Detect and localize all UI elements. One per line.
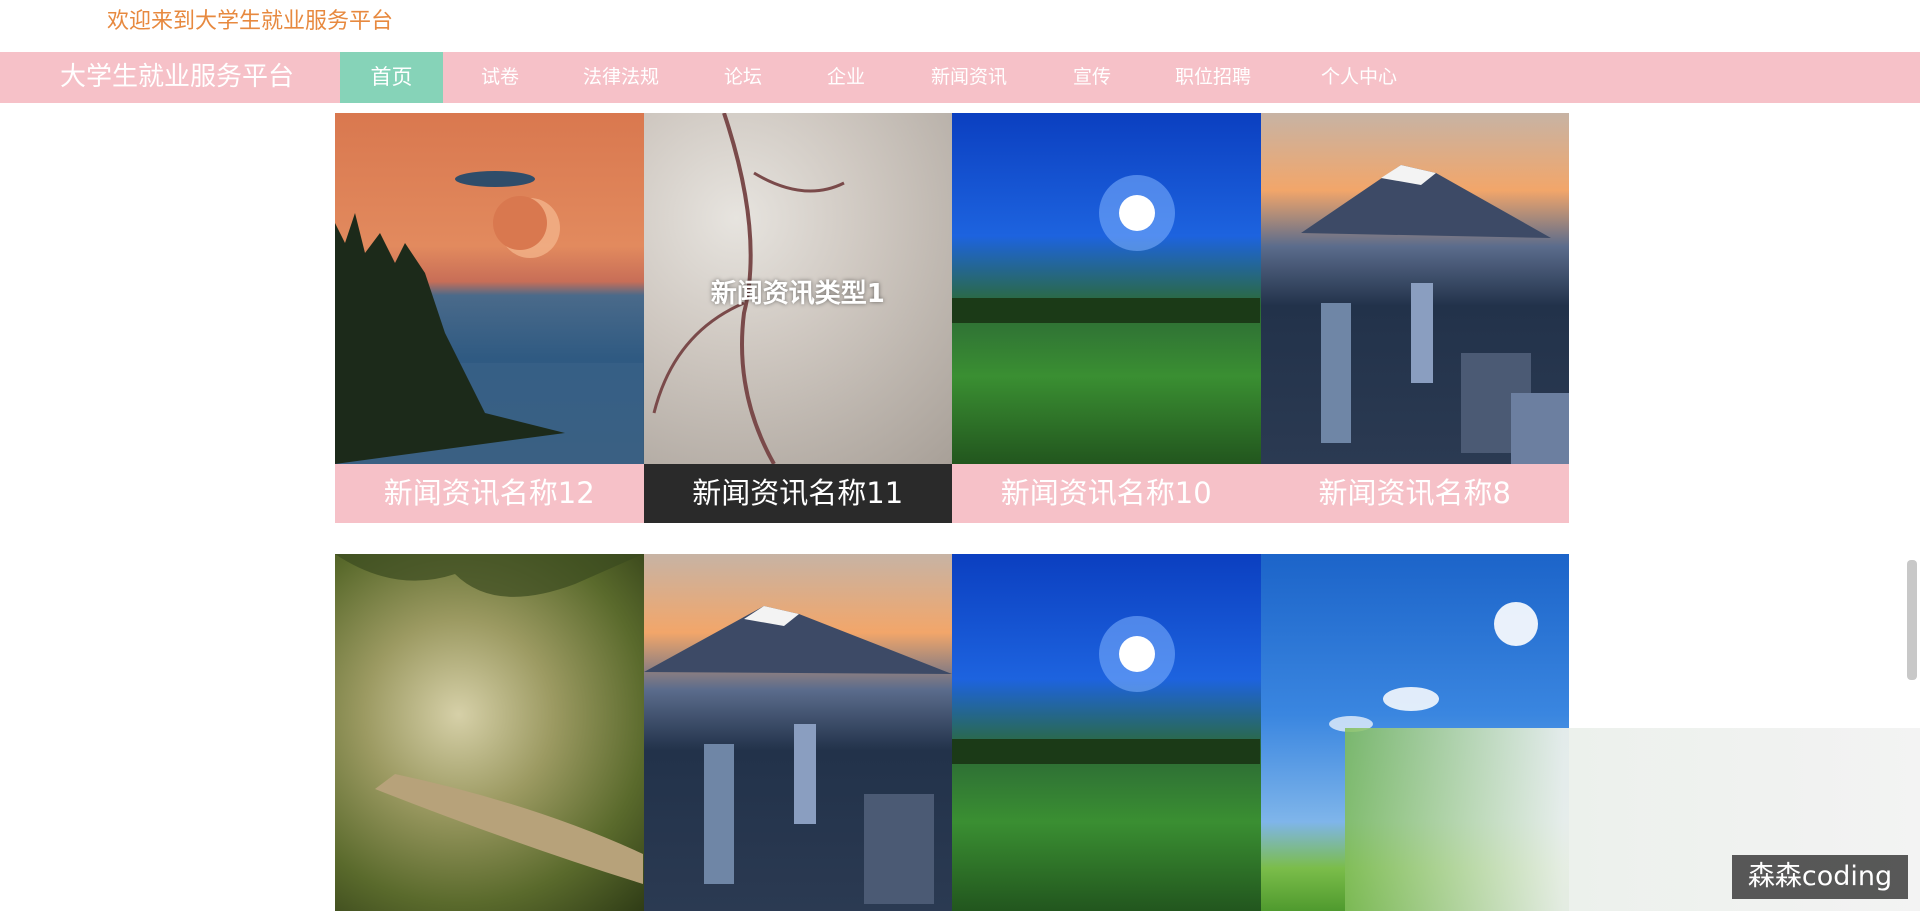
- nav-item-forum[interactable]: 论坛: [709, 52, 777, 103]
- nav-item-companies[interactable]: 企业: [812, 52, 880, 103]
- main-nav: 大学生就业服务平台 首页 试卷 法律法规 论坛 企业 新闻资讯 宣传 职位招聘 …: [0, 52, 1920, 103]
- forest-path-image: [335, 554, 644, 911]
- page-scrollbar[interactable]: [1907, 560, 1917, 680]
- news-type-label: 新闻资讯类型1: [710, 279, 885, 309]
- nav-item-home[interactable]: 首页: [340, 52, 443, 103]
- news-card[interactable]: 新闻资讯类型1 新闻资讯名称11: [643, 113, 952, 525]
- welcome-text: 欢迎来到大学生就业服务平台: [107, 9, 394, 34]
- night-field-image: [952, 113, 1261, 464]
- news-card[interactable]: 新闻资讯名称12: [335, 113, 644, 525]
- news-card[interactable]: [643, 554, 952, 911]
- nav-item-news[interactable]: 新闻资讯: [916, 52, 1022, 103]
- nav-item-laws[interactable]: 法律法规: [568, 52, 674, 103]
- nav-item-jobs[interactable]: 职位招聘: [1160, 52, 1266, 103]
- lake-sunset-image: [335, 113, 644, 464]
- fuji-city-image: [643, 554, 952, 911]
- brand-title: 大学生就业服务平台: [60, 62, 295, 92]
- news-card-title: 新闻资讯名称11: [643, 464, 952, 523]
- news-card[interactable]: 新闻资讯名称10: [952, 113, 1261, 525]
- news-card[interactable]: [952, 554, 1261, 911]
- fuji-city-image: [1260, 113, 1569, 464]
- news-card-title: 新闻资讯名称8: [1260, 464, 1569, 523]
- nav-item-profile[interactable]: 个人中心: [1306, 52, 1412, 103]
- watermark-label: 森森coding: [1732, 855, 1908, 899]
- news-row-1: 新闻资讯名称12 新闻资讯类型1 新闻资讯名称11 新闻资讯名称10 新闻资讯名…: [335, 113, 1569, 525]
- nav-item-promotion[interactable]: 宣传: [1058, 52, 1126, 103]
- top-bar: 欢迎来到大学生就业服务平台: [0, 0, 1920, 52]
- night-field-image: [952, 554, 1261, 911]
- news-card-title: 新闻资讯名称10: [952, 464, 1261, 523]
- news-card-title: 新闻资讯名称12: [335, 464, 644, 523]
- nav-item-exams[interactable]: 试卷: [466, 52, 534, 103]
- news-card[interactable]: [335, 554, 644, 911]
- news-card[interactable]: 新闻资讯名称8: [1260, 113, 1569, 525]
